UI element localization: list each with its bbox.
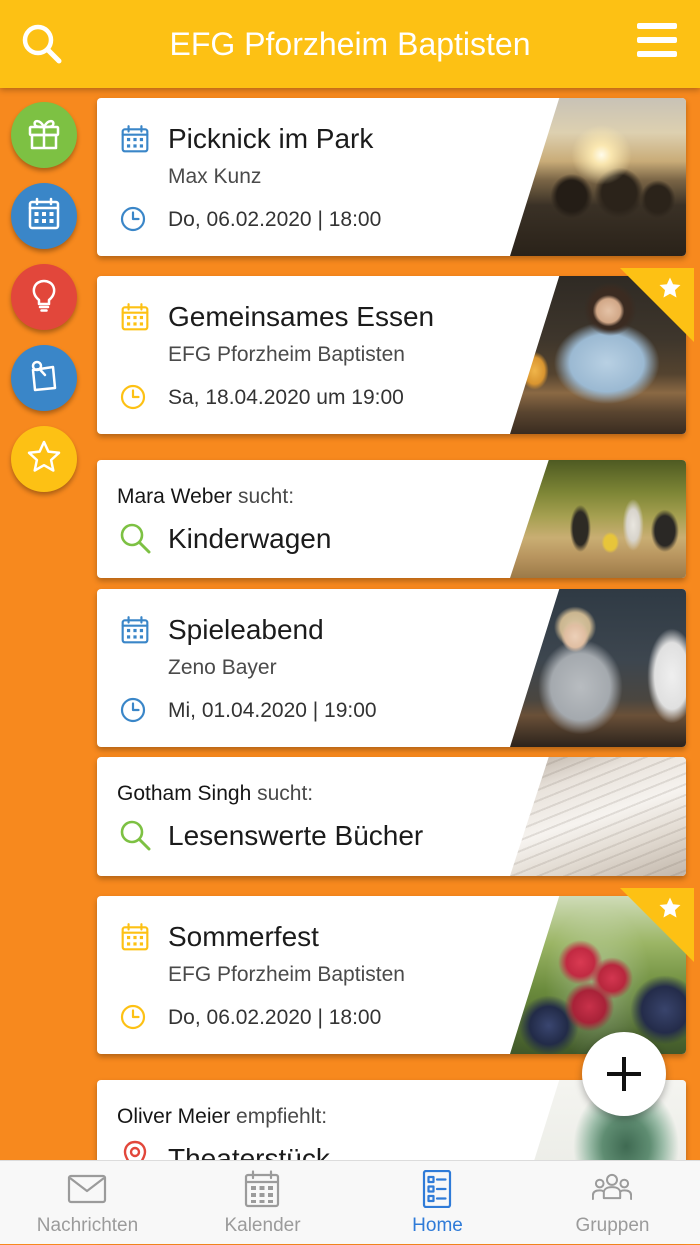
nav-label: Home: [412, 1215, 463, 1236]
clock-icon: [120, 1004, 146, 1030]
nav-label: Gruppen: [575, 1215, 650, 1236]
calendar-icon: [120, 124, 150, 154]
star-icon: [659, 897, 681, 918]
nav-item-nachrichten[interactable]: Nachrichten: [0, 1161, 175, 1245]
star-icon: [24, 437, 64, 482]
search-icon: [119, 819, 151, 851]
event-photo: [510, 589, 686, 747]
event-card[interactable]: Sommerfest EFG Pforzheim Baptisten Do, 0…: [97, 888, 694, 1054]
author-name: Gotham Singh: [117, 782, 252, 805]
event-title: Gemeinsames Essen: [168, 301, 435, 332]
bottom-navigation: Nachrichten Kalender Home Gruppen: [0, 1160, 700, 1244]
pinned-note-icon: [24, 356, 64, 401]
post-verb: empfiehlt:: [236, 1105, 328, 1128]
search-post-card[interactable]: Gotham Singh sucht: Lesenswerte Bücher: [97, 757, 686, 876]
list-icon: [417, 1170, 457, 1208]
calendar-icon: [242, 1170, 282, 1208]
calendar-icon: [120, 615, 150, 645]
nav-label: Kalender: [224, 1215, 301, 1236]
event-datetime: Sa, 18.04.2020 um 19:00: [168, 386, 404, 409]
ideas-button[interactable]: [11, 264, 77, 330]
author-name: Oliver Meier: [117, 1105, 231, 1128]
clock-icon: [120, 697, 146, 723]
lightbulb-icon: [24, 275, 64, 320]
favorites-button[interactable]: [11, 426, 77, 492]
add-button[interactable]: [582, 1032, 666, 1116]
event-photo: [510, 98, 686, 256]
post-author-line: Gotham Singh sucht:: [117, 781, 313, 807]
notes-button[interactable]: [11, 345, 77, 411]
calendar-icon: [120, 302, 150, 332]
post-item: Lesenswerte Bücher: [168, 820, 424, 851]
post-author-line: Oliver Meier empfiehlt:: [117, 1104, 327, 1130]
event-datetime: Mi, 01.04.2020 | 19:00: [168, 699, 377, 722]
post-photo: [510, 460, 686, 578]
post-author-line: Mara Weber sucht:: [117, 484, 294, 510]
post-photo: [510, 757, 686, 876]
calendar-icon: [24, 194, 64, 239]
calendar-button[interactable]: [11, 183, 77, 249]
hamburger-menu-icon[interactable]: [636, 20, 678, 60]
post-item: Kinderwagen: [168, 523, 332, 554]
event-organizer: EFG Pforzheim Baptisten: [168, 963, 405, 986]
nav-item-kalender[interactable]: Kalender: [175, 1161, 350, 1245]
gift-button[interactable]: [11, 102, 77, 168]
search-post-card[interactable]: Mara Weber sucht: Kinderwagen: [97, 460, 686, 578]
clock-icon: [120, 384, 146, 410]
search-icon: [119, 522, 151, 554]
nav-label: Nachrichten: [36, 1215, 139, 1236]
gift-icon: [24, 113, 64, 158]
nav-item-home[interactable]: Home: [350, 1161, 525, 1245]
group-icon: [592, 1170, 632, 1208]
event-organizer: Zeno Bayer: [168, 656, 277, 679]
envelope-icon: [67, 1170, 107, 1208]
event-title: Picknick im Park: [168, 123, 374, 154]
event-organizer: EFG Pforzheim Baptisten: [168, 343, 405, 366]
calendar-icon: [120, 922, 150, 952]
event-card[interactable]: Picknick im Park Max Kunz Do, 06.02.2020…: [97, 98, 686, 256]
author-name: Mara Weber: [117, 485, 233, 508]
event-datetime: Do, 06.02.2020 | 18:00: [168, 1006, 382, 1029]
nav-item-gruppen[interactable]: Gruppen: [525, 1161, 700, 1245]
search-icon[interactable]: [20, 22, 64, 66]
event-title: Sommerfest: [168, 921, 319, 952]
post-verb: sucht:: [238, 485, 295, 508]
clock-icon: [120, 206, 146, 232]
event-title: Spieleabend: [168, 614, 324, 645]
app-header: EFG Pforzheim Baptisten: [0, 0, 700, 88]
event-card[interactable]: Gemeinsames Essen EFG Pforzheim Baptiste…: [97, 268, 694, 434]
event-organizer: Max Kunz: [168, 165, 262, 188]
app-title: EFG Pforzheim Baptisten: [169, 26, 531, 62]
event-datetime: Do, 06.02.2020 | 18:00: [168, 208, 382, 231]
post-verb: sucht:: [257, 782, 314, 805]
star-icon: [659, 277, 681, 298]
event-card[interactable]: Spieleabend Zeno Bayer Mi, 01.04.2020 | …: [97, 589, 686, 747]
